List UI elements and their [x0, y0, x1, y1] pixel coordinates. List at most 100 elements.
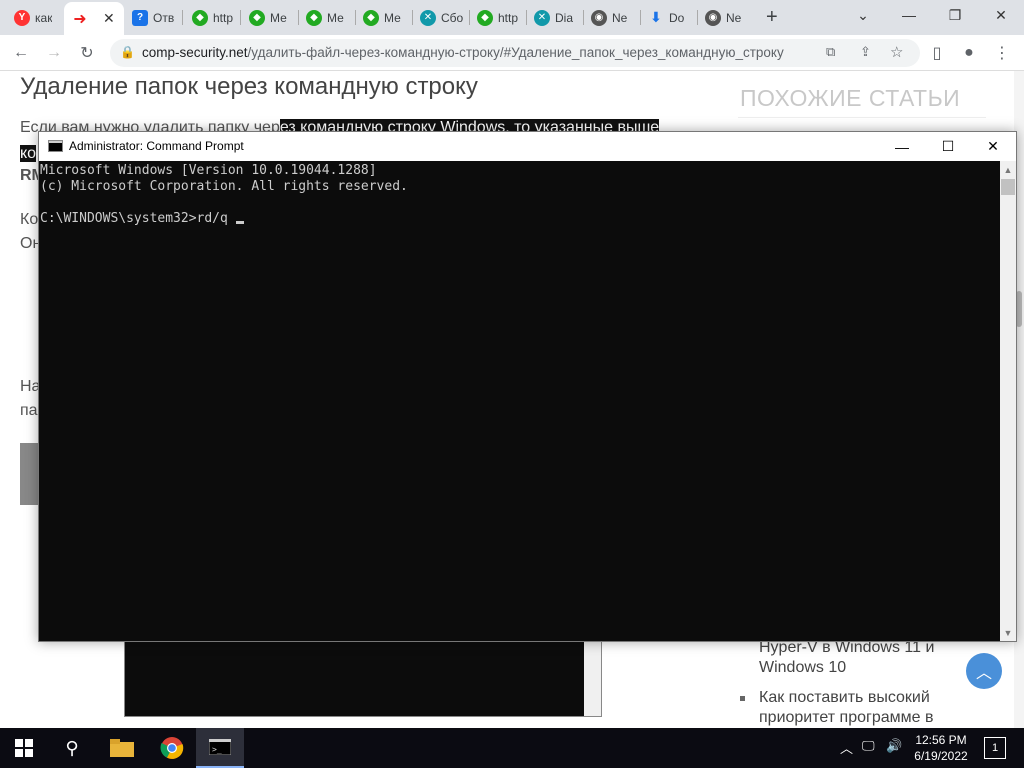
green-shield-icon: ◆	[477, 9, 493, 26]
tab-close-icon[interactable]: ✕	[103, 10, 115, 27]
teal-x-icon: ✕	[420, 9, 436, 26]
browser-tab-strip: Y как ➜ ✕ ? Отв ◆ http ◆ Ме ◆ Ме ◆ Ме ✕ …	[0, 0, 1024, 35]
clock[interactable]: 12:56 PM 6/19/2022	[908, 732, 974, 764]
close-icon[interactable]: ✕	[970, 132, 1016, 161]
tab-title: http	[213, 10, 234, 25]
back-icon[interactable]: ←	[9, 41, 33, 65]
search-icon[interactable]: ⚲	[48, 728, 96, 768]
scrollbar-thumb[interactable]	[1001, 179, 1015, 195]
reload-icon[interactable]: ↻	[75, 41, 99, 65]
image-scrollbar	[584, 640, 601, 716]
tab-8[interactable]: ✕ Сбо	[412, 4, 468, 31]
taskbar: ⚲ >_ ︿ 🖵 🔊 12:56 PM 6/19/2022 1	[0, 728, 1024, 768]
code-block	[20, 443, 38, 505]
tab-title: Ne	[726, 10, 742, 25]
tab-title: http	[498, 10, 519, 25]
svg-text:>_: >_	[212, 745, 222, 754]
tab-10[interactable]: ✕ Dia	[526, 4, 582, 31]
volume-icon[interactable]: 🔊	[886, 738, 902, 754]
close-icon[interactable]: ✕	[978, 0, 1024, 30]
tab-title: Сбо	[441, 10, 464, 25]
new-tab-button[interactable]: +	[766, 6, 778, 29]
tab-separator	[182, 10, 183, 25]
tab-13[interactable]: ◉ Ne	[697, 4, 753, 31]
related-article-link[interactable]: Hyper-V в Windows 11 и Windows 10	[740, 638, 934, 678]
minimize-icon[interactable]: —	[879, 132, 925, 161]
tab-12[interactable]: ⬇ Do	[640, 4, 696, 31]
red-arrow-icon: ➜	[73, 10, 87, 28]
article-paragraph: па	[20, 402, 38, 419]
tab-search-icon[interactable]: ⌄	[840, 0, 886, 30]
share-icon[interactable]: ⇪	[860, 44, 871, 60]
teal-x-icon: ✕	[534, 9, 550, 26]
tab-6[interactable]: ◆ Ме	[298, 4, 354, 31]
divider	[738, 117, 986, 118]
url-host: comp-security.net	[142, 45, 248, 60]
tab-title: Ме	[384, 10, 401, 25]
cmd-taskbar-icon[interactable]: >_	[196, 728, 244, 768]
minimize-icon[interactable]: —	[886, 0, 932, 30]
selected-text: ко	[20, 145, 37, 162]
related-article-link[interactable]: Как поставить высокий приоритет программ…	[740, 688, 933, 728]
lock-icon: 🔒	[120, 45, 135, 59]
tab-4[interactable]: ◆ http	[184, 4, 240, 31]
folder-shape	[110, 739, 134, 757]
scroll-to-top-button[interactable]: ︿	[966, 653, 1002, 689]
cmd-app-icon	[48, 140, 63, 152]
profile-icon[interactable]: ●	[957, 41, 981, 65]
cmd-console[interactable]: Microsoft Windows [Version 10.0.19044.12…	[39, 161, 999, 641]
green-shield-icon: ◆	[192, 9, 208, 26]
console-input-line[interactable]: C:\WINDOWS\system32>rd/q	[40, 211, 244, 226]
menu-icon[interactable]: ⋮	[990, 41, 1014, 65]
clock-time: 12:56 PM	[915, 733, 967, 747]
article-paragraph: ко	[20, 145, 37, 163]
tab-title: Отв	[153, 10, 175, 25]
translate-icon[interactable]: ⧉	[826, 44, 835, 60]
text-cursor	[235, 221, 244, 224]
chrome-icon: ◉	[705, 9, 721, 26]
cmd-scrollbar[interactable]: ▲ ▼	[1000, 161, 1016, 641]
article-screenshot-image	[124, 639, 602, 717]
tab-5[interactable]: ◆ Ме	[241, 4, 297, 31]
clock-date: 6/19/2022	[914, 749, 968, 763]
bookmark-star-icon[interactable]: ☆	[890, 43, 903, 61]
download-icon: ⬇	[650, 9, 662, 25]
cmd-logo: >_	[209, 739, 231, 755]
network-icon[interactable]: 🖵	[862, 738, 875, 754]
tab-1[interactable]: Y как	[6, 4, 66, 31]
tab-11[interactable]: ◉ Ne	[583, 4, 639, 31]
related-article-title: приоритет программе в	[759, 709, 934, 726]
tab-title: Do	[669, 10, 685, 25]
tab-3[interactable]: ? Отв	[124, 4, 180, 31]
bullet-icon	[740, 696, 745, 701]
console-line: (c) Microsoft Corporation. All rights re…	[40, 179, 408, 194]
tab-7[interactable]: ◆ Ме	[355, 4, 411, 31]
chrome-taskbar-icon[interactable]	[148, 728, 196, 768]
scroll-up-icon[interactable]: ▲	[1000, 161, 1016, 178]
tab-title: как	[35, 10, 53, 25]
article-heading: Удаление папок через командную строку	[20, 73, 478, 100]
tab-title: Ме	[327, 10, 344, 25]
forward-icon[interactable]: →	[42, 41, 66, 65]
notification-center-icon[interactable]: 1	[984, 737, 1006, 759]
show-hidden-icons-icon[interactable]: ︿	[840, 738, 853, 757]
address-bar[interactable]: 🔒 comp-security.net/удалить-файл-через-к…	[110, 39, 920, 67]
command-prompt-window[interactable]: Administrator: Command Prompt — ☐ ✕ Micr…	[38, 131, 1017, 642]
scroll-down-icon[interactable]: ▼	[1000, 624, 1016, 641]
tab-active[interactable]: ➜ ✕	[64, 2, 124, 35]
chrome-logo	[160, 737, 184, 759]
start-button[interactable]	[0, 728, 48, 768]
tab-title: Ме	[270, 10, 287, 25]
side-panel-icon[interactable]: ▯	[925, 41, 949, 65]
cmd-titlebar[interactable]: Administrator: Command Prompt — ☐ ✕	[39, 132, 1016, 161]
article-paragraph: Ко	[20, 211, 39, 228]
tab-9[interactable]: ◆ http	[469, 4, 525, 31]
url-path: /удалить-файл-через-командную-строку/#Уд…	[247, 45, 784, 60]
tab-title: Ne	[612, 10, 628, 25]
console-line: C:\WINDOWS\system32>rd/q	[40, 211, 228, 226]
question-icon: ?	[132, 9, 148, 26]
maximize-icon[interactable]: ☐	[925, 132, 971, 161]
restore-icon[interactable]: ❐	[932, 0, 978, 30]
green-shield-icon: ◆	[363, 9, 379, 26]
file-explorer-icon[interactable]	[98, 728, 146, 768]
